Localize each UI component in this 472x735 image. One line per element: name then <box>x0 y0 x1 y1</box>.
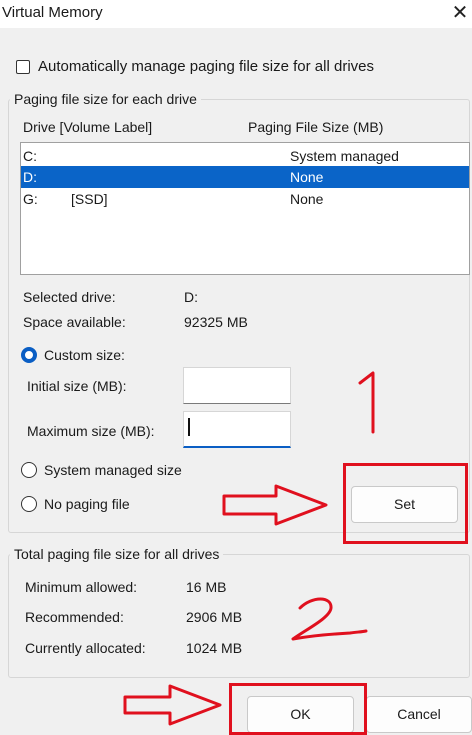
step-two-mark <box>291 597 368 641</box>
arrow-to-ok-icon <box>123 684 222 726</box>
annotation-layer <box>123 371 375 726</box>
arrow-to-set-icon <box>222 484 328 526</box>
step-one-mark <box>358 371 375 434</box>
